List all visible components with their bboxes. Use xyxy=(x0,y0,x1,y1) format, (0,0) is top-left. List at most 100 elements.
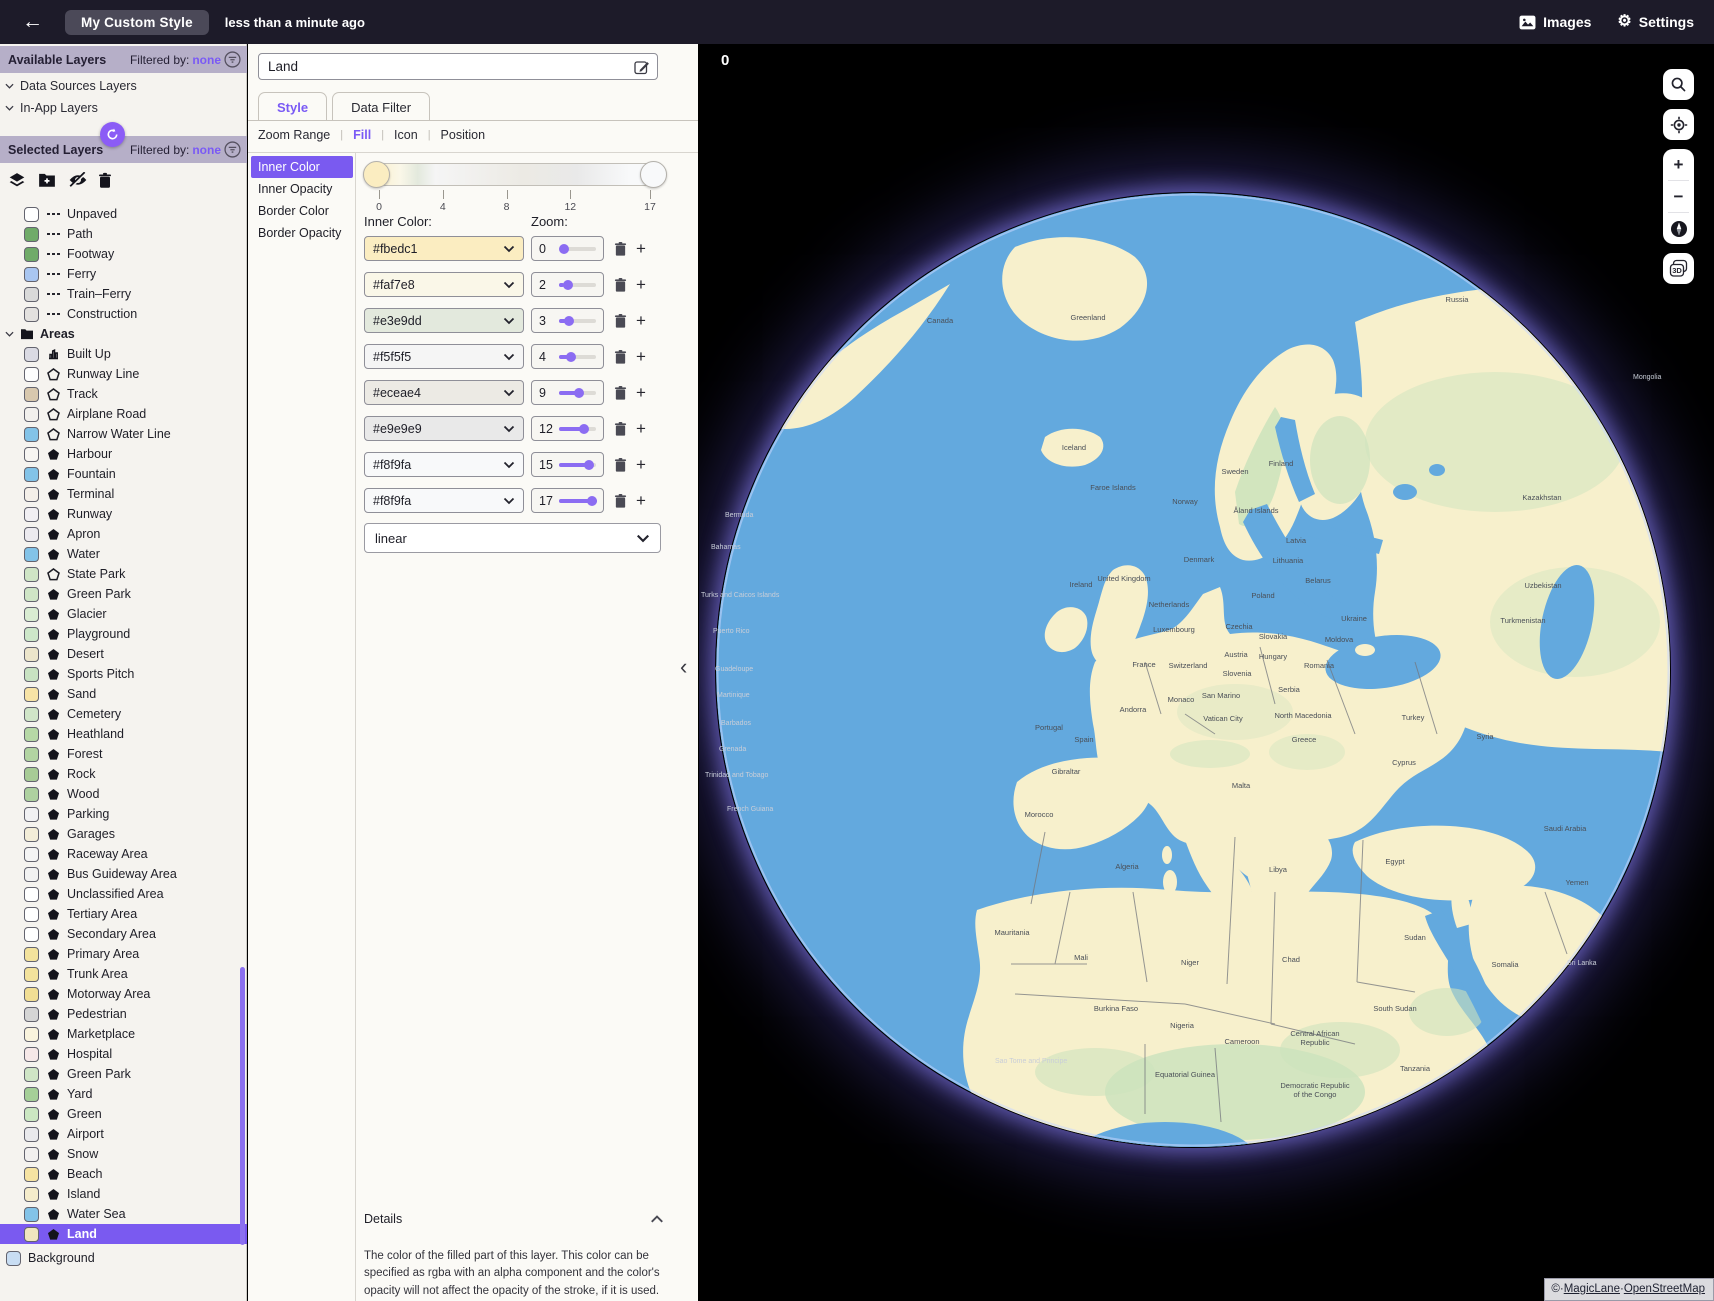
layer-visibility-checkbox[interactable] xyxy=(24,1067,39,1082)
zoom-mini-slider[interactable] xyxy=(559,499,596,503)
menu-border-opacity[interactable]: Border Opacity xyxy=(251,222,353,244)
locate-button[interactable] xyxy=(1663,109,1694,140)
layer-row[interactable]: Marketplace xyxy=(0,1024,247,1044)
areas-group-row[interactable]: Areas xyxy=(0,324,247,344)
zoom-out-button[interactable]: − xyxy=(1663,181,1694,212)
layer-row[interactable]: Snow xyxy=(0,1144,247,1164)
layer-visibility-checkbox[interactable] xyxy=(24,1127,39,1142)
layer-visibility-checkbox[interactable] xyxy=(24,747,39,762)
layer-row[interactable]: Runway xyxy=(0,504,247,524)
search-button[interactable] xyxy=(1663,69,1694,100)
layer-row[interactable]: Pedestrian xyxy=(0,1004,247,1024)
layer-visibility-checkbox[interactable] xyxy=(24,687,39,702)
layer-visibility-checkbox[interactable] xyxy=(24,847,39,862)
group-in-app-layers[interactable]: In-App Layers xyxy=(0,97,247,118)
layer-row[interactable]: Glacier xyxy=(0,604,247,624)
layer-row[interactable]: Land xyxy=(0,1224,247,1244)
layer-visibility-checkbox[interactable] xyxy=(24,1087,39,1102)
zoom-mini-slider[interactable] xyxy=(559,319,596,323)
layer-row[interactable]: Heathland xyxy=(0,724,247,744)
delete-layer-icon[interactable] xyxy=(98,172,116,190)
add-stop-button[interactable]: + xyxy=(636,384,646,401)
3d-view-button[interactable]: 3D xyxy=(1663,253,1694,284)
layer-visibility-checkbox[interactable] xyxy=(24,407,39,422)
color-gradient-bar[interactable] xyxy=(364,163,666,186)
filter-icon[interactable] xyxy=(224,51,241,68)
delete-stop-button[interactable] xyxy=(614,421,627,437)
delete-stop-button[interactable] xyxy=(614,241,627,257)
layer-row[interactable]: Construction xyxy=(0,304,247,324)
collapse-panel-icon[interactable]: ‹ xyxy=(680,654,687,680)
map-view[interactable]: CanadaGreenlandIcelandFaroe IslandsNorwa… xyxy=(699,44,1714,1301)
layer-visibility-checkbox[interactable] xyxy=(24,907,39,922)
layer-row[interactable]: Bus Guideway Area xyxy=(0,864,247,884)
layer-row[interactable]: Sand xyxy=(0,684,247,704)
layer-row[interactable]: Footway xyxy=(0,244,247,264)
layer-visibility-checkbox[interactable] xyxy=(24,487,39,502)
layer-visibility-checkbox[interactable] xyxy=(24,347,39,362)
zoom-in-button[interactable]: + xyxy=(1663,149,1694,180)
sidebar-scrollbar[interactable] xyxy=(240,967,245,1245)
layer-visibility-checkbox[interactable] xyxy=(24,707,39,722)
layer-row-background[interactable]: Background xyxy=(0,1248,247,1268)
zoom-value-chip[interactable]: 2 xyxy=(531,272,604,297)
edit-icon[interactable] xyxy=(634,59,650,75)
layer-visibility-checkbox[interactable] xyxy=(24,307,39,322)
group-data-sources-layers[interactable]: Data Sources Layers xyxy=(0,75,247,96)
back-arrow-icon[interactable]: ← xyxy=(22,10,43,34)
layer-visibility-checkbox[interactable] xyxy=(24,527,39,542)
layer-visibility-checkbox[interactable] xyxy=(24,947,39,962)
layer-visibility-checkbox[interactable] xyxy=(24,1167,39,1182)
gradient-handle-left[interactable] xyxy=(363,161,390,188)
layer-visibility-checkbox[interactable] xyxy=(24,1187,39,1202)
layer-row[interactable]: Green Park xyxy=(0,584,247,604)
zoom-value-chip[interactable]: 12 xyxy=(531,416,604,441)
layer-visibility-checkbox[interactable] xyxy=(24,567,39,582)
interpolation-select[interactable]: linear xyxy=(364,523,661,553)
layer-row[interactable]: Raceway Area xyxy=(0,844,247,864)
openstreetmap-link[interactable]: OpenStreetMap xyxy=(1624,1283,1705,1295)
subnav-icon[interactable]: Icon xyxy=(394,128,418,142)
color-select[interactable]: #e9e9e9 xyxy=(364,416,524,441)
delete-stop-button[interactable] xyxy=(614,457,627,473)
layer-row[interactable]: Ferry xyxy=(0,264,247,284)
layer-row[interactable]: Beach xyxy=(0,1164,247,1184)
subnav-fill[interactable]: Fill xyxy=(353,128,371,142)
layer-row[interactable]: Apron xyxy=(0,524,247,544)
layer-row[interactable]: Secondary Area xyxy=(0,924,247,944)
layer-visibility-checkbox[interactable] xyxy=(24,507,39,522)
delete-stop-button[interactable] xyxy=(614,385,627,401)
zoom-value-chip[interactable]: 15 xyxy=(531,452,604,477)
layer-visibility-checkbox[interactable] xyxy=(24,287,39,302)
layer-visibility-checkbox[interactable] xyxy=(24,247,39,262)
add-folder-icon[interactable] xyxy=(38,172,56,190)
menu-inner-color[interactable]: Inner Color xyxy=(251,156,353,178)
zoom-mini-slider[interactable] xyxy=(559,283,596,287)
layer-row[interactable]: Playground xyxy=(0,624,247,644)
layer-name-input[interactable] xyxy=(259,59,619,74)
layer-visibility-checkbox[interactable] xyxy=(24,427,39,442)
layer-visibility-checkbox[interactable] xyxy=(24,667,39,682)
layer-row[interactable]: Motorway Area xyxy=(0,984,247,1004)
layer-visibility-checkbox[interactable] xyxy=(24,1107,39,1122)
layer-row[interactable]: Hospital xyxy=(0,1044,247,1064)
layer-row[interactable]: Narrow Water Line xyxy=(0,424,247,444)
layer-visibility-checkbox[interactable] xyxy=(24,927,39,942)
delete-stop-button[interactable] xyxy=(614,349,627,365)
compass-button[interactable] xyxy=(1663,213,1694,244)
layer-visibility-checkbox[interactable] xyxy=(24,607,39,622)
layer-visibility-checkbox[interactable] xyxy=(24,367,39,382)
color-select[interactable]: #e3e9dd xyxy=(364,308,524,333)
layer-visibility-checkbox[interactable] xyxy=(24,387,39,402)
settings-button[interactable]: ⚙ Settings xyxy=(1617,14,1694,30)
layer-row[interactable]: Cemetery xyxy=(0,704,247,724)
layer-visibility-checkbox[interactable] xyxy=(24,447,39,462)
layer-visibility-checkbox[interactable] xyxy=(24,227,39,242)
layer-visibility-checkbox[interactable] xyxy=(24,267,39,282)
layer-visibility-checkbox[interactable] xyxy=(24,1227,39,1242)
layer-visibility-checkbox[interactable] xyxy=(24,787,39,802)
layer-row[interactable]: Garages xyxy=(0,824,247,844)
add-stop-button[interactable]: + xyxy=(636,348,646,365)
layer-visibility-checkbox[interactable] xyxy=(24,807,39,822)
layer-row[interactable]: Island xyxy=(0,1184,247,1204)
